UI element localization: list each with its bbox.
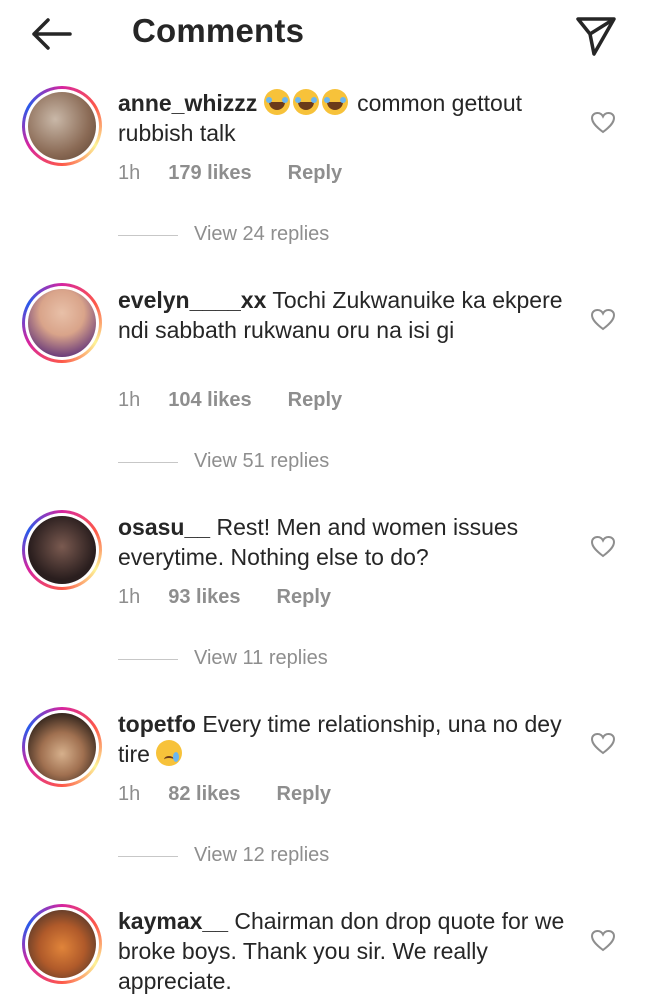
avatar[interactable] (22, 283, 102, 363)
tears-of-joy-emoji-icon (263, 89, 290, 115)
paper-plane-icon (576, 17, 616, 56)
divider (118, 856, 178, 857)
likes-count[interactable]: 179 likes (168, 162, 251, 185)
crying-face-emoji-icon (156, 740, 183, 766)
avatar[interactable] (22, 707, 102, 787)
avatar[interactable] (22, 904, 102, 984)
like-button[interactable] (590, 732, 616, 756)
page-title: Comments (132, 12, 305, 49)
view-replies-label: View 12 replies (194, 844, 330, 866)
comment-meta: 1h 82 likes Reply (118, 783, 331, 806)
comment-meta: 1h 104 likes Reply (118, 389, 342, 412)
divider (118, 462, 178, 463)
arrow-left-icon (32, 18, 72, 50)
avatar[interactable] (22, 86, 102, 166)
comment-username[interactable]: anne_whizzz (118, 90, 257, 116)
comment-time: 1h (118, 389, 141, 411)
likes-count[interactable]: 104 likes (168, 389, 251, 412)
heart-icon (590, 535, 616, 558)
divider (118, 235, 178, 236)
reply-button[interactable]: Reply (288, 162, 342, 185)
like-button[interactable] (590, 535, 616, 559)
comment-text: osasu__ Rest! Men and women issues every… (118, 512, 573, 572)
heart-icon (590, 732, 616, 755)
comments-header: Comments (0, 0, 654, 70)
likes-count[interactable]: 82 likes (168, 783, 240, 806)
reply-button[interactable]: Reply (288, 389, 342, 412)
comment-username[interactable]: topetfo (118, 711, 196, 737)
view-replies-label: View 24 replies (194, 223, 330, 245)
reply-button[interactable]: Reply (277, 586, 331, 609)
tears-of-joy-emoji-icon (292, 89, 319, 115)
heart-icon (590, 111, 616, 134)
comment-text: kaymax__ Chairman don drop quote for we … (118, 906, 573, 996)
back-button[interactable] (26, 12, 78, 56)
divider (118, 659, 178, 660)
comment-text: anne_whizzz common gettout rubbish talk (118, 88, 573, 148)
comment-time: 1h (118, 162, 141, 184)
comment-meta: 1h 179 likes Reply (118, 162, 342, 185)
comment-meta: 1h 93 likes Reply (118, 586, 331, 609)
comment-text: topetfo Every time relationship, una no … (118, 709, 573, 769)
view-replies-label: View 51 replies (194, 450, 330, 472)
like-button[interactable] (590, 111, 616, 135)
view-replies-label: View 11 replies (194, 647, 328, 669)
comment-time: 1h (118, 586, 141, 608)
comment-username[interactable]: osasu__ (118, 514, 210, 540)
comment-time: 1h (118, 783, 141, 805)
heart-icon (590, 308, 616, 331)
likes-count[interactable]: 93 likes (168, 586, 240, 609)
heart-icon (590, 929, 616, 952)
tears-of-joy-emoji-icon (321, 89, 348, 115)
like-button[interactable] (590, 929, 616, 953)
comment-username[interactable]: evelyn____xx (118, 287, 266, 313)
like-button[interactable] (590, 308, 616, 332)
share-button[interactable] (572, 10, 620, 58)
avatar[interactable] (22, 510, 102, 590)
comment-text: evelyn____xx Tochi Zukwanuike ka ekpere … (118, 285, 573, 345)
comment-username[interactable]: kaymax__ (118, 908, 228, 934)
reply-button[interactable]: Reply (277, 783, 331, 806)
